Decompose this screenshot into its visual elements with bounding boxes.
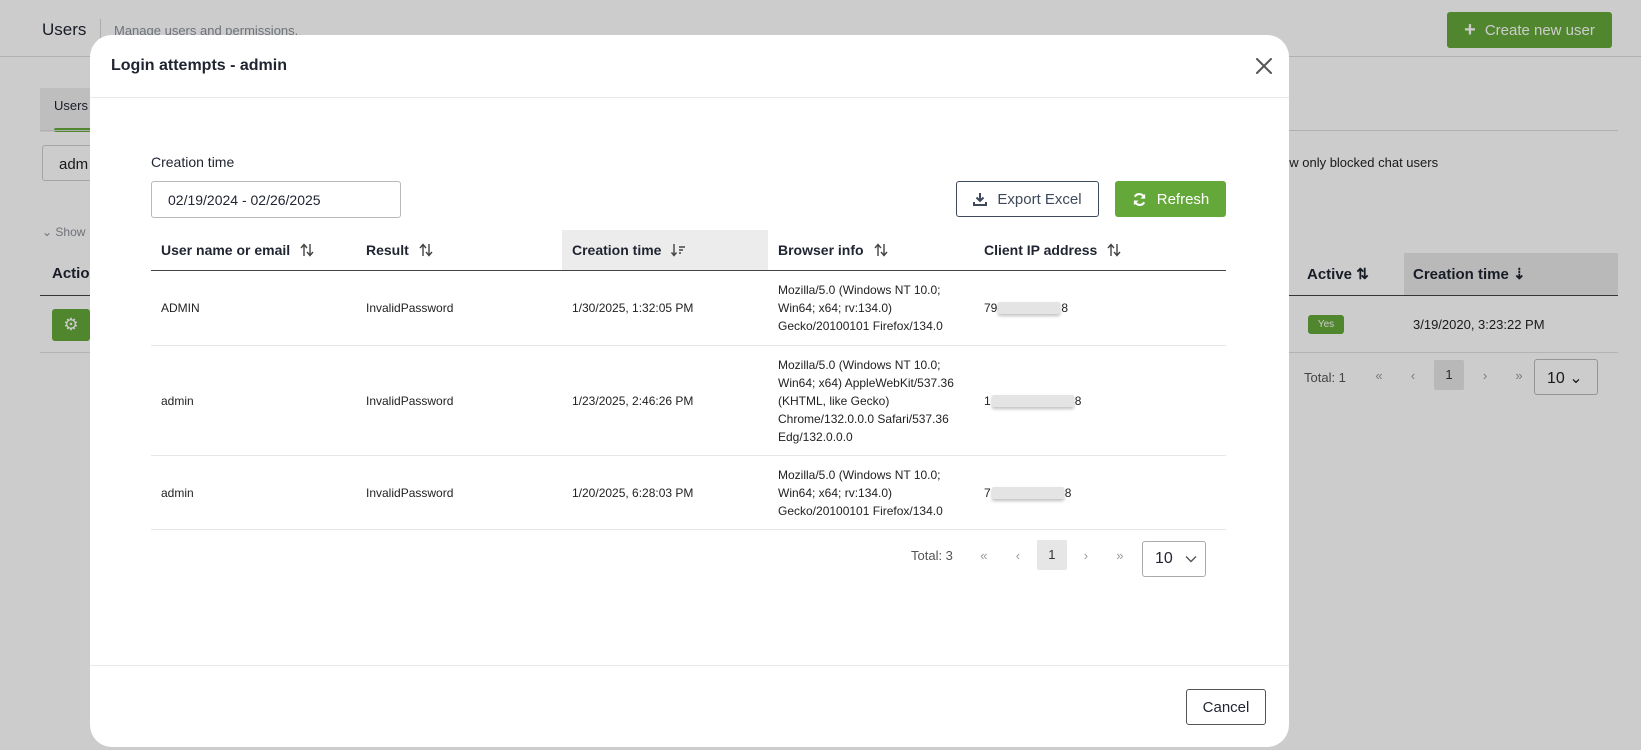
ip-redaction <box>991 394 1074 407</box>
modal-footer <box>90 665 1289 747</box>
first-page-button[interactable]: « <box>967 548 1001 563</box>
ip-start: 1 <box>984 393 991 408</box>
page-size-value: 10 <box>1155 550 1173 567</box>
column-label: Browser info <box>778 242 864 258</box>
browser-cell: Mozilla/5.0 (Windows NT 10.0; Win64; x64… <box>778 357 954 444</box>
column-label: Client IP address <box>984 242 1098 258</box>
column-header-browser-info[interactable]: Browser info <box>768 230 974 270</box>
download-icon <box>973 193 988 206</box>
column-header-result[interactable]: Result <box>356 230 562 270</box>
column-header-client-ip[interactable]: Client IP address <box>974 230 1226 270</box>
user-cell: admin <box>161 393 194 408</box>
ip-cell: 79 8 <box>974 271 1226 345</box>
refresh-label: Refresh <box>1156 190 1210 208</box>
sort-icon <box>300 243 314 257</box>
sort-icon <box>1107 243 1121 257</box>
table-row: admin InvalidPassword 1/23/2025, 2:46:26… <box>151 346 1226 456</box>
table-header: User name or email Result Creation time … <box>151 230 1226 271</box>
result-cell: InvalidPassword <box>366 393 454 408</box>
ip-redaction <box>998 302 1061 314</box>
ip-start: 79 <box>984 301 998 315</box>
browser-cell: Mozilla/5.0 (Windows NT 10.0; Win64; x64… <box>778 283 943 333</box>
sort-icon <box>874 243 888 257</box>
next-page-button[interactable]: › <box>1069 548 1103 563</box>
result-cell: InvalidPassword <box>366 301 454 315</box>
refresh-icon <box>1133 192 1145 206</box>
export-excel-button[interactable]: Export Excel <box>956 181 1099 217</box>
time-cell: 1/23/2025, 2:46:26 PM <box>572 393 694 408</box>
login-attempts-modal: Login attempts - admin Creation time Exp… <box>90 35 1289 747</box>
date-range-input[interactable] <box>151 181 401 218</box>
sort-icon <box>419 243 433 257</box>
login-attempts-table: User name or email Result Creation time … <box>151 230 1226 530</box>
column-label: Result <box>366 242 409 258</box>
ip-redaction <box>991 486 1064 499</box>
total-count: Total: 3 <box>911 547 953 563</box>
column-header-creation-time[interactable]: Creation time <box>562 230 768 270</box>
refresh-button[interactable]: Refresh <box>1115 181 1226 217</box>
browser-cell: Mozilla/5.0 (Windows NT 10.0; Win64; x64… <box>778 467 943 518</box>
ip-cell: 78 <box>974 456 1226 529</box>
creation-time-filter-label: Creation time <box>151 154 235 170</box>
page-size-select[interactable]: 10 <box>1142 541 1206 577</box>
user-cell: admin <box>161 485 194 500</box>
chevron-down-icon <box>1185 556 1197 563</box>
modal-pagination: Total: 3 « ‹ 1 › » <box>911 540 1137 570</box>
close-icon[interactable] <box>1253 55 1275 77</box>
column-header-user[interactable]: User name or email <box>151 230 356 270</box>
user-cell: ADMIN <box>161 301 200 315</box>
current-page[interactable]: 1 <box>1036 540 1067 570</box>
time-cell: 1/30/2025, 1:32:05 PM <box>572 301 694 315</box>
time-cell: 1/20/2025, 6:28:03 PM <box>572 485 694 500</box>
modal-header: Login attempts - admin <box>90 35 1289 98</box>
sort-descending-icon <box>671 244 686 257</box>
ip-start: 7 <box>984 485 991 500</box>
column-label: User name or email <box>161 242 291 258</box>
export-excel-label: Export Excel <box>997 190 1082 208</box>
ip-end: 8 <box>1061 301 1069 315</box>
result-cell: InvalidPassword <box>366 485 454 500</box>
table-row: admin InvalidPassword 1/20/2025, 6:28:03… <box>151 456 1226 530</box>
column-label: Creation time <box>572 242 662 258</box>
last-page-button[interactable]: » <box>1103 548 1137 563</box>
cancel-button[interactable]: Cancel <box>1186 689 1266 725</box>
modal-title: Login attempts - admin <box>111 57 287 74</box>
prev-page-button[interactable]: ‹ <box>1001 548 1035 563</box>
ip-cell: 18 <box>974 346 1226 455</box>
ip-end: 8 <box>1074 393 1082 408</box>
table-row: ADMIN InvalidPassword 1/30/2025, 1:32:05… <box>151 271 1226 346</box>
ip-end: 8 <box>1064 485 1072 500</box>
